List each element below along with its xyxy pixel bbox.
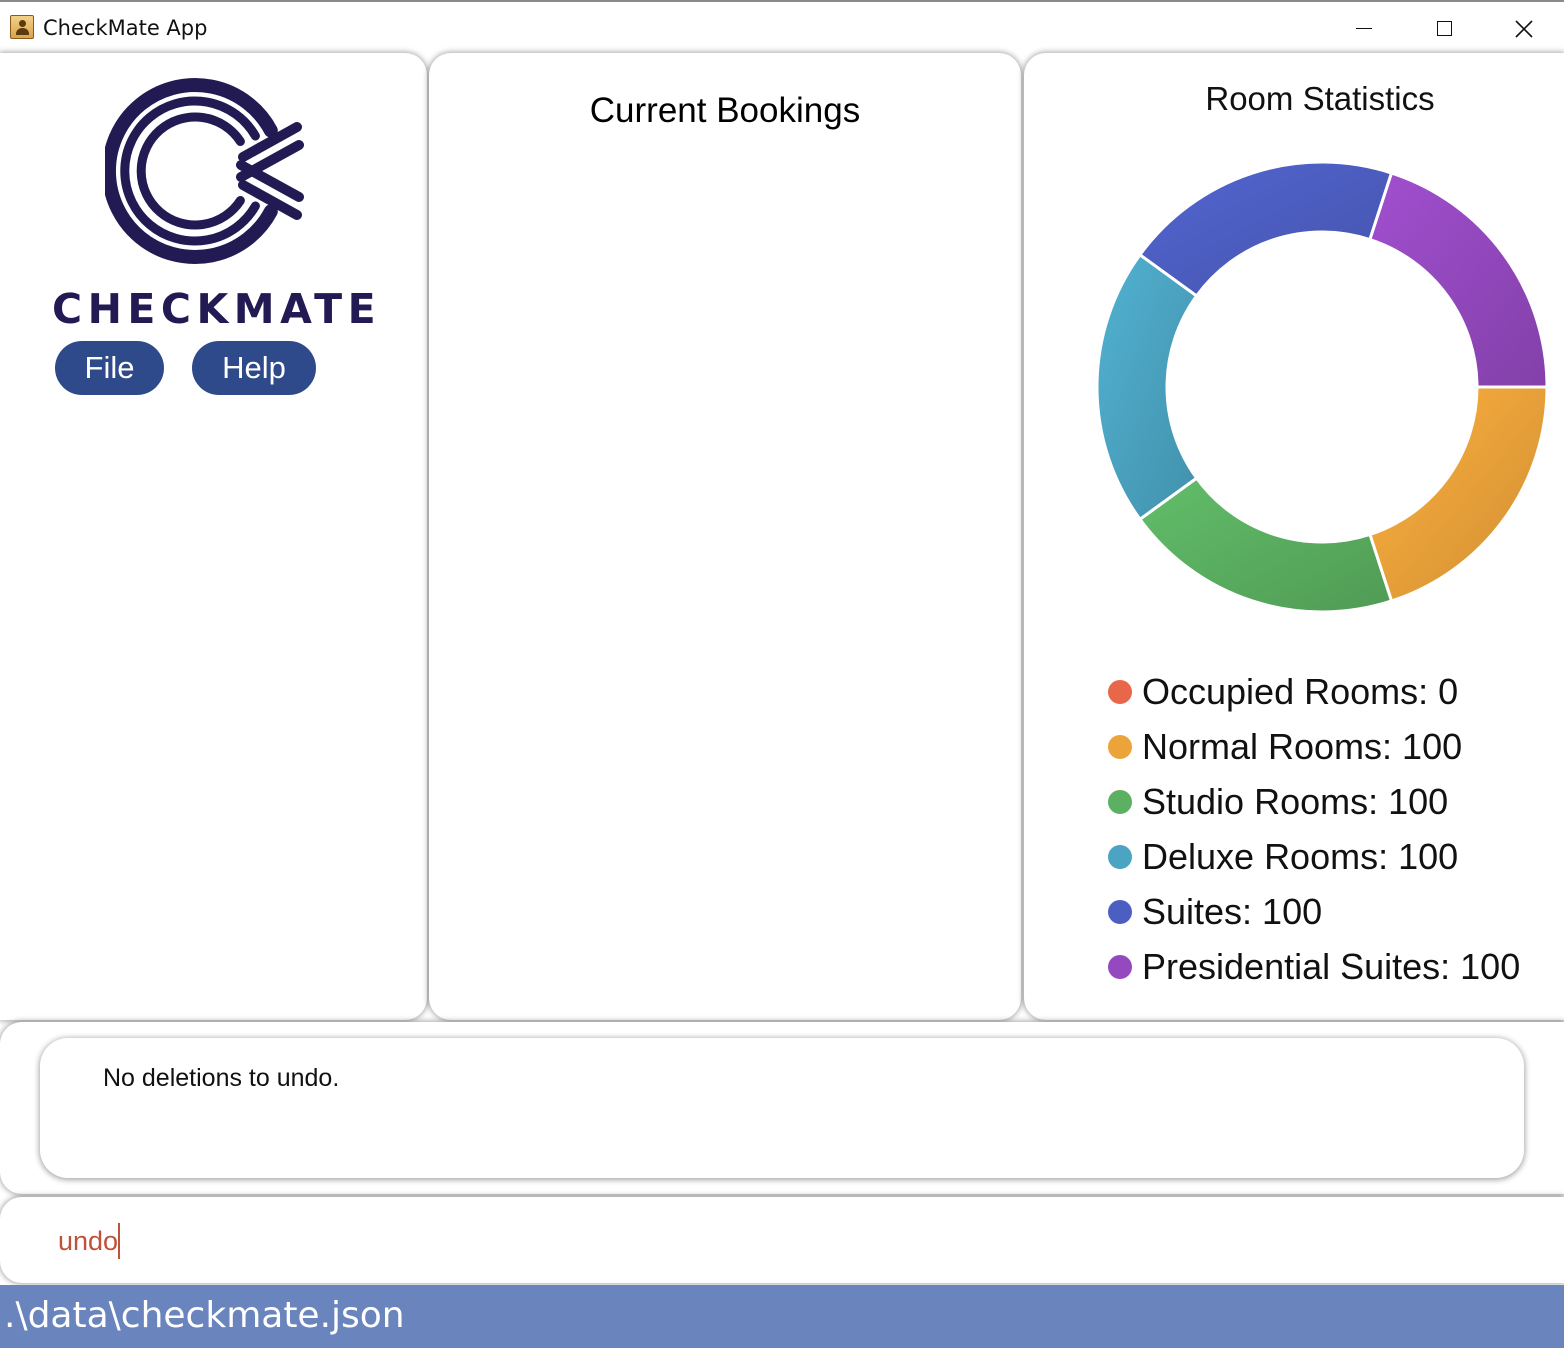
legend-label: Studio Rooms: 100: [1142, 781, 1449, 822]
help-menu-button[interactable]: Help: [192, 341, 316, 395]
donut-slice-normal-rooms: [1368, 385, 1549, 603]
maximize-button[interactable]: [1404, 2, 1484, 55]
legend-item: Suites: 100: [1108, 887, 1322, 937]
brand-name: CHECKMATE: [52, 285, 382, 333]
legend-label: Occupied Rooms: 0: [1142, 671, 1459, 712]
minimize-button[interactable]: [1324, 2, 1404, 55]
legend-dot: [1108, 735, 1132, 759]
legend-label: Deluxe Rooms: 100: [1142, 836, 1459, 877]
file-menu-button[interactable]: File: [55, 341, 164, 395]
result-panel: No deletions to undo.: [0, 1022, 1564, 1194]
legend-dot: [1108, 790, 1132, 814]
bookings-panel: Current Bookings: [429, 53, 1021, 1020]
statistics-panel: Room Statistics Occupied Rooms: 0 Normal…: [1024, 53, 1564, 1020]
legend-item: Studio Rooms: 100: [1108, 777, 1448, 827]
result-display: No deletions to undo.: [40, 1038, 1524, 1178]
legend-label: Suites: 100: [1142, 891, 1323, 932]
command-box[interactable]: undo: [0, 1197, 1564, 1283]
donut-slice-studio-rooms: [1137, 476, 1394, 614]
legend-label: Normal Rooms: 100: [1142, 726, 1463, 767]
legend-item: Presidential Suites: 100: [1108, 942, 1520, 992]
minimize-icon: [1356, 27, 1372, 30]
bookings-list[interactable]: [449, 163, 1001, 1003]
close-icon: [1515, 19, 1533, 38]
maximize-icon: [1436, 21, 1452, 36]
legend-dot: [1108, 680, 1132, 704]
bookings-title: Current Bookings: [589, 91, 861, 130]
legend-dot: [1108, 900, 1132, 924]
legend-item: Occupied Rooms: 0: [1108, 667, 1458, 717]
room-statistics-donut-chart: [1095, 160, 1549, 614]
result-message: No deletions to undo.: [103, 1064, 340, 1092]
title-bar: CheckMate App: [0, 0, 1564, 53]
status-bar: .\data\checkmate.json: [0, 1285, 1564, 1348]
checkmate-logo-icon: [105, 78, 304, 264]
window-title: CheckMate App: [43, 16, 208, 40]
legend-item: Deluxe Rooms: 100: [1108, 832, 1458, 882]
command-input[interactable]: undo: [58, 1223, 121, 1259]
app-icon: [10, 15, 34, 39]
legend-item: Normal Rooms: 100: [1108, 722, 1462, 772]
save-location-path: .\data\checkmate.json: [4, 1295, 405, 1336]
donut-slice-presidential-suites: [1368, 171, 1549, 389]
sidebar-panel: CHECKMATE File Help: [0, 53, 427, 1020]
legend-dot: [1108, 845, 1132, 869]
close-button[interactable]: [1484, 2, 1564, 55]
legend-dot: [1108, 955, 1132, 979]
donut-slice-deluxe-rooms: [1095, 252, 1199, 522]
donut-slice-suites: [1137, 160, 1394, 298]
legend-label: Presidential Suites: 100: [1142, 946, 1521, 987]
statistics-title: Room Statistics: [1205, 80, 1435, 117]
